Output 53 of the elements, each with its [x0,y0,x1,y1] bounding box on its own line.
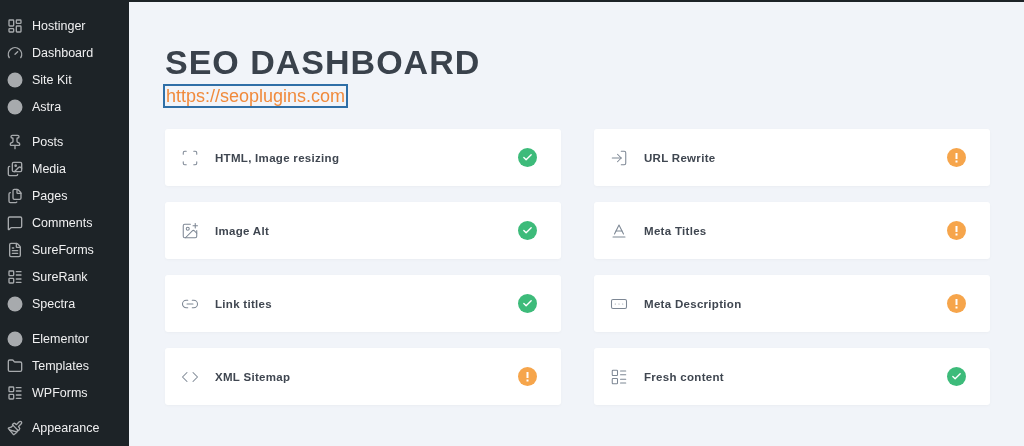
page-title: SEO DASHBOARD [165,42,481,82]
menu-item[interactable]: Hostinger [0,12,129,39]
check-label: XML Sitemap [215,370,292,383]
menu-item[interactable]: SureForms [0,236,129,263]
folder-icon [7,357,23,374]
gauge-icon [7,44,23,61]
menu-label: WPForms [32,385,88,400]
menu-label: Elementor [32,331,89,346]
menu-label: Media [32,161,67,176]
circle-icon [7,330,23,347]
check-label: Image Alt [215,224,271,237]
menu-label: Templates [32,358,89,373]
circle-icon [7,295,23,312]
menu-item[interactable]: Posts [0,128,129,155]
menu-item[interactable]: Media [0,155,129,182]
squares-icon [7,17,23,34]
list-grid-icon [610,367,628,386]
paintbrush-icon [7,419,23,436]
menu-item[interactable]: Spectra [0,290,129,317]
pin-icon [7,133,23,150]
menu-item[interactable]: Comments [0,209,129,236]
check-label: HTML, Image resizing [215,151,341,164]
enter-arrow-icon [610,148,628,167]
speech-bubble-icon [7,214,23,231]
menu-label: Astra [32,99,62,114]
menu-label: Comments [32,215,93,230]
image-frame-icon [181,148,199,167]
list-icon [7,268,23,285]
menu-label: Hostinger [32,18,86,33]
menu-item[interactable]: WPForms [0,379,129,406]
menu-item[interactable]: Templates [0,352,129,379]
menu-item[interactable]: Dashboard [0,39,129,66]
menu-label: Spectra [32,296,76,311]
menu-item[interactable]: Site Kit [0,66,129,93]
menu-label: Dashboard [32,45,94,60]
menu-label: Site Kit [32,72,72,87]
menu-label: Appearance [32,420,100,435]
menu-item[interactable]: Astra [0,93,129,120]
check-label: Meta Titles [644,224,708,237]
menu-label: Posts [32,134,64,149]
pages-icon [7,187,23,204]
menu-item[interactable]: Appearance [0,414,129,441]
check-label: Meta Description [644,297,743,310]
menu-label: Pages [32,188,68,203]
images-icon [7,160,23,177]
menu-label: SureRank [32,269,88,284]
check-label: URL Rewrite [644,151,717,164]
menu-item[interactable]: SureRank [0,263,129,290]
check-label: Fresh content [644,370,725,383]
menu-item[interactable]: Elementor [0,325,129,352]
menu-item[interactable]: Pages [0,182,129,209]
check-label: Link titles [215,297,273,310]
menu-label: SureForms [32,242,94,257]
